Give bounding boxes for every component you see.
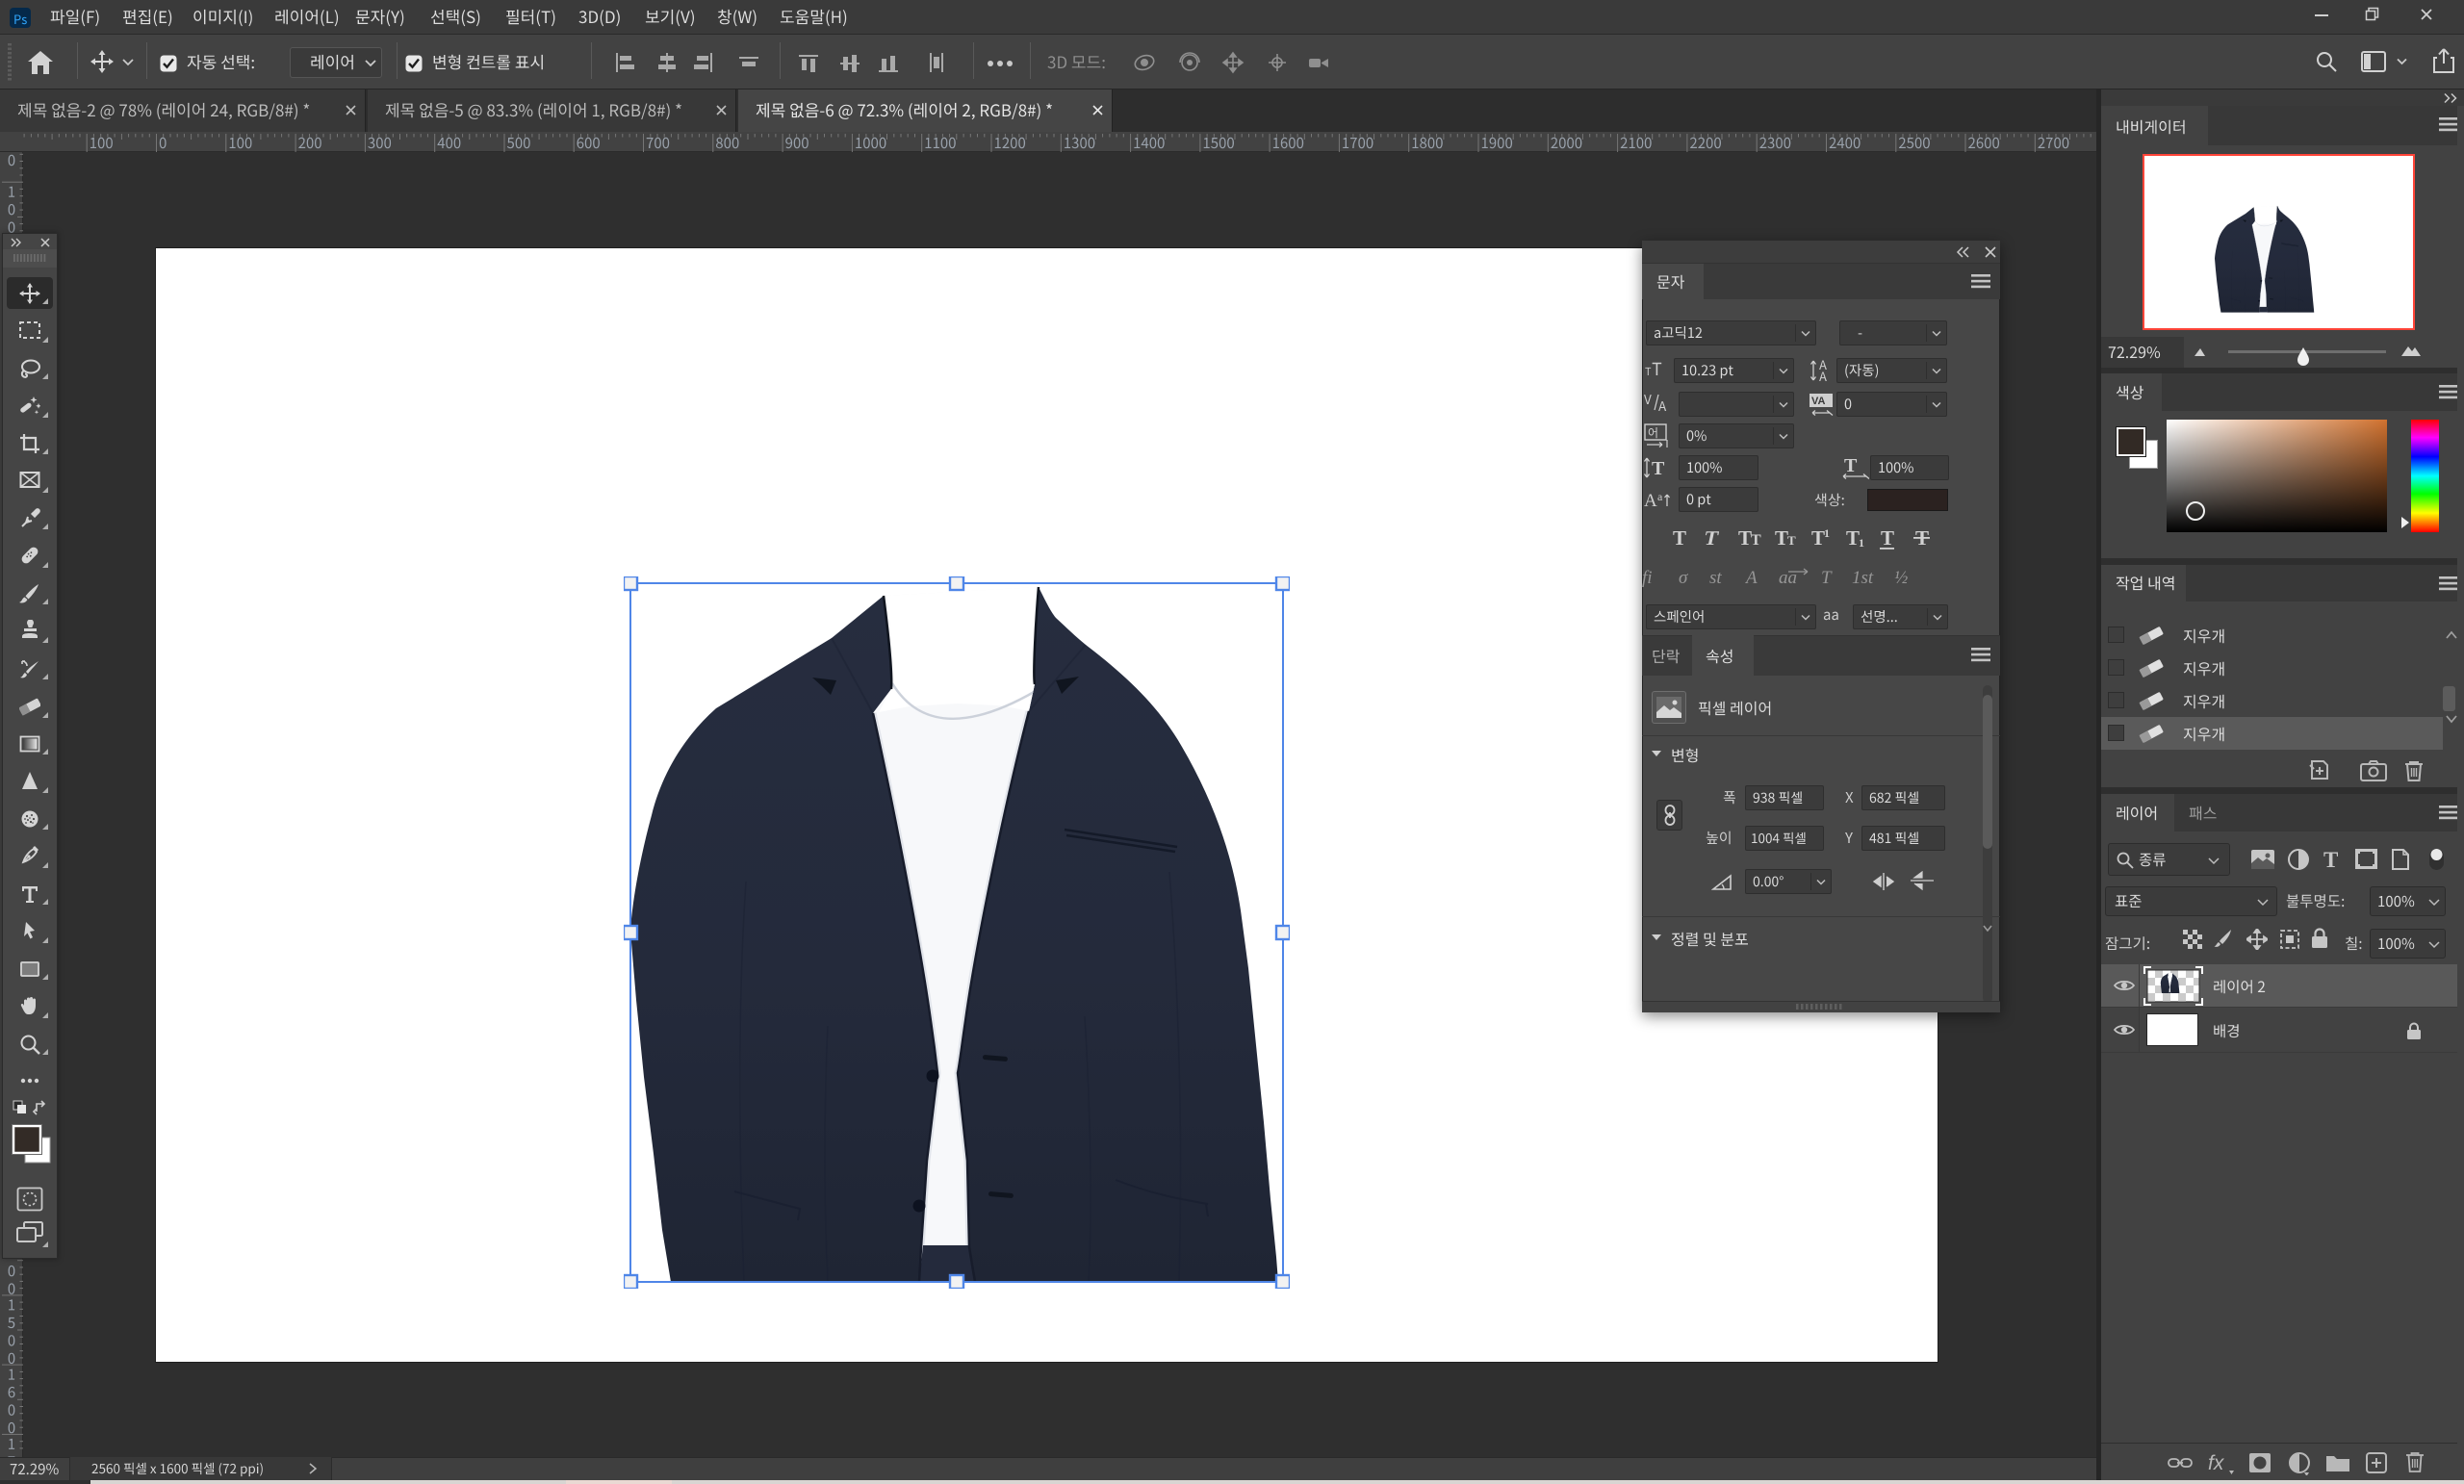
svg-text:T: T [2323, 849, 2338, 870]
svg-text:T: T [1738, 526, 1752, 550]
svg-text:T: T [1702, 526, 1720, 550]
svg-text:VA: VA [1811, 396, 1826, 407]
svg-text:T: T [1751, 532, 1761, 549]
svg-text:fi: fi [1642, 568, 1653, 588]
svg-text:T: T [1652, 458, 1665, 479]
svg-text:fx: fx [2208, 1452, 2225, 1474]
svg-text:T: T [1821, 568, 1833, 588]
svg-text:T: T [1881, 526, 1894, 550]
svg-text:T: T [1787, 533, 1796, 548]
svg-text:어: 어 [1648, 426, 1658, 440]
svg-text:A: A [1744, 568, 1758, 588]
svg-text:T: T [1846, 526, 1860, 550]
svg-text:A: A [1644, 491, 1657, 511]
svg-text:T: T [1811, 526, 1825, 550]
svg-text:T: T [1844, 455, 1858, 476]
svg-text:½: ½ [1894, 568, 1908, 588]
svg-text:σ: σ [1679, 568, 1688, 588]
svg-text:1st: 1st [1852, 568, 1874, 588]
svg-text:st: st [1709, 568, 1722, 588]
svg-text:1: 1 [1859, 536, 1864, 550]
svg-text:T: T [1775, 526, 1788, 550]
svg-text:a: a [1657, 490, 1663, 503]
svg-text:aa: aa [1779, 568, 1797, 588]
svg-text:1: 1 [1824, 526, 1830, 540]
svg-text:T: T [1673, 526, 1686, 550]
